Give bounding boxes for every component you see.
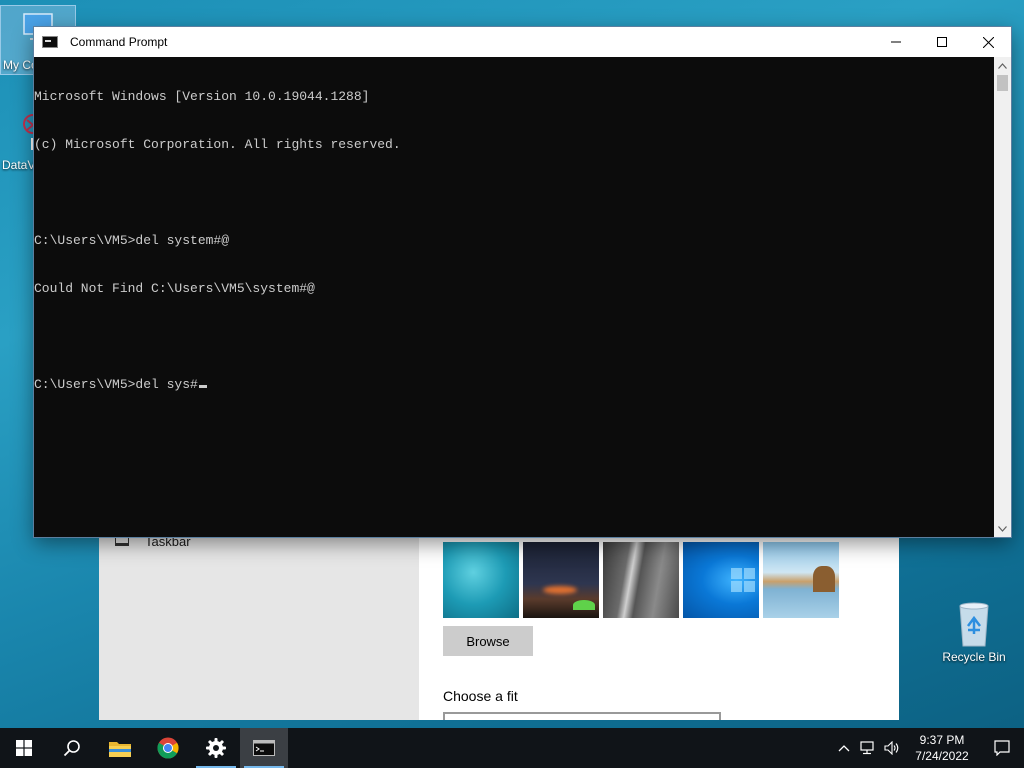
close-icon — [982, 36, 994, 48]
console-line: Microsoft Windows [Version 10.0.19044.12… — [34, 89, 370, 104]
chevron-up-icon — [998, 62, 1007, 69]
taskbar-command-prompt[interactable] — [240, 728, 288, 768]
console-input-line[interactable]: C:\Users\VM5>del sys# — [34, 377, 994, 393]
console-line: Could Not Find C:\Users\VM5\system#@ — [34, 281, 315, 296]
clock-date: 7/24/2022 — [915, 749, 969, 763]
vertical-scrollbar[interactable] — [994, 57, 1011, 537]
background-thumbnails — [443, 542, 839, 618]
desktop-icon-label: Recycle Bin — [942, 650, 1006, 664]
command-prompt-window[interactable]: Command Prompt Microsoft Windows [Versio… — [34, 27, 1011, 537]
minimize-button[interactable] — [873, 27, 919, 57]
thumbnail-underwater-swimmer[interactable] — [443, 542, 519, 618]
thumbnail-windows-logo[interactable] — [683, 542, 759, 618]
cmd-app-icon — [42, 36, 58, 48]
recycle-bin-icon — [959, 602, 989, 647]
chrome-icon — [157, 737, 179, 759]
clock-time: 9:37 PM — [919, 733, 965, 747]
title-bar[interactable]: Command Prompt — [34, 27, 1011, 57]
console-output[interactable]: Microsoft Windows [Version 10.0.19044.12… — [34, 57, 994, 537]
taskbar-settings[interactable] — [192, 728, 240, 768]
tent-glow — [573, 600, 595, 610]
scroll-thumb[interactable] — [997, 75, 1008, 91]
show-hidden-icons-button[interactable] — [832, 728, 856, 768]
search-button[interactable] — [48, 728, 96, 768]
speaker-icon — [884, 741, 899, 755]
window-title: Command Prompt — [70, 35, 168, 49]
browse-button[interactable]: Browse — [443, 626, 533, 656]
console-prompt-text: C:\Users\VM5>del sys# — [34, 377, 198, 392]
console-line: C:\Users\VM5>del system#@ — [34, 233, 230, 248]
thumbnail-rock-cliff[interactable] — [603, 542, 679, 618]
chevron-up-icon — [838, 745, 850, 752]
taskbar-file-explorer[interactable] — [96, 728, 144, 768]
minimize-icon — [891, 41, 901, 43]
folder-icon — [109, 742, 131, 757]
maximize-button[interactable] — [919, 27, 965, 57]
desktop-icon-label: My Co — [3, 58, 38, 72]
windows-start-icon — [16, 740, 32, 756]
settings-nav: Taskbar — [99, 520, 419, 720]
search-icon — [63, 740, 80, 757]
settings-window: Taskbar Browse Choose a fit — [99, 520, 899, 720]
taskbar-chrome[interactable] — [144, 728, 192, 768]
window-controls — [873, 27, 1011, 57]
system-tray: 9:37 PM 7/24/2022 — [832, 728, 1024, 768]
notification-icon — [994, 740, 1010, 756]
taskbar-icon — [115, 537, 129, 546]
chevron-down-icon — [998, 525, 1007, 532]
desktop-icon-label: DataV — [2, 158, 36, 172]
scroll-up-button[interactable] — [994, 57, 1011, 74]
thumbnail-beach-rocks[interactable] — [763, 542, 839, 618]
windows-logo-icon — [731, 568, 755, 592]
maximize-icon — [937, 37, 947, 47]
choose-fit-label: Choose a fit — [443, 688, 518, 704]
command-prompt-icon — [253, 740, 275, 756]
notifications-button[interactable] — [980, 728, 1024, 768]
clock[interactable]: 9:37 PM 7/24/2022 — [904, 732, 980, 764]
volume-button[interactable] — [880, 728, 904, 768]
network-button[interactable] — [856, 728, 880, 768]
text-cursor — [198, 385, 207, 388]
taskbar: 9:37 PM 7/24/2022 — [0, 728, 1024, 768]
network-icon — [860, 741, 874, 755]
thumbnail-night-sky-tent[interactable] — [523, 542, 599, 618]
start-button[interactable] — [0, 728, 48, 768]
close-button[interactable] — [965, 27, 1011, 57]
desktop-icon-recycle-bin[interactable]: Recycle Bin — [937, 600, 1011, 664]
scroll-down-button[interactable] — [994, 520, 1011, 537]
rock-formation — [813, 566, 835, 592]
horizon-glow — [543, 586, 577, 594]
console-line: (c) Microsoft Corporation. All rights re… — [34, 137, 401, 152]
gear-icon — [206, 738, 226, 758]
choose-fit-dropdown[interactable] — [443, 712, 721, 720]
